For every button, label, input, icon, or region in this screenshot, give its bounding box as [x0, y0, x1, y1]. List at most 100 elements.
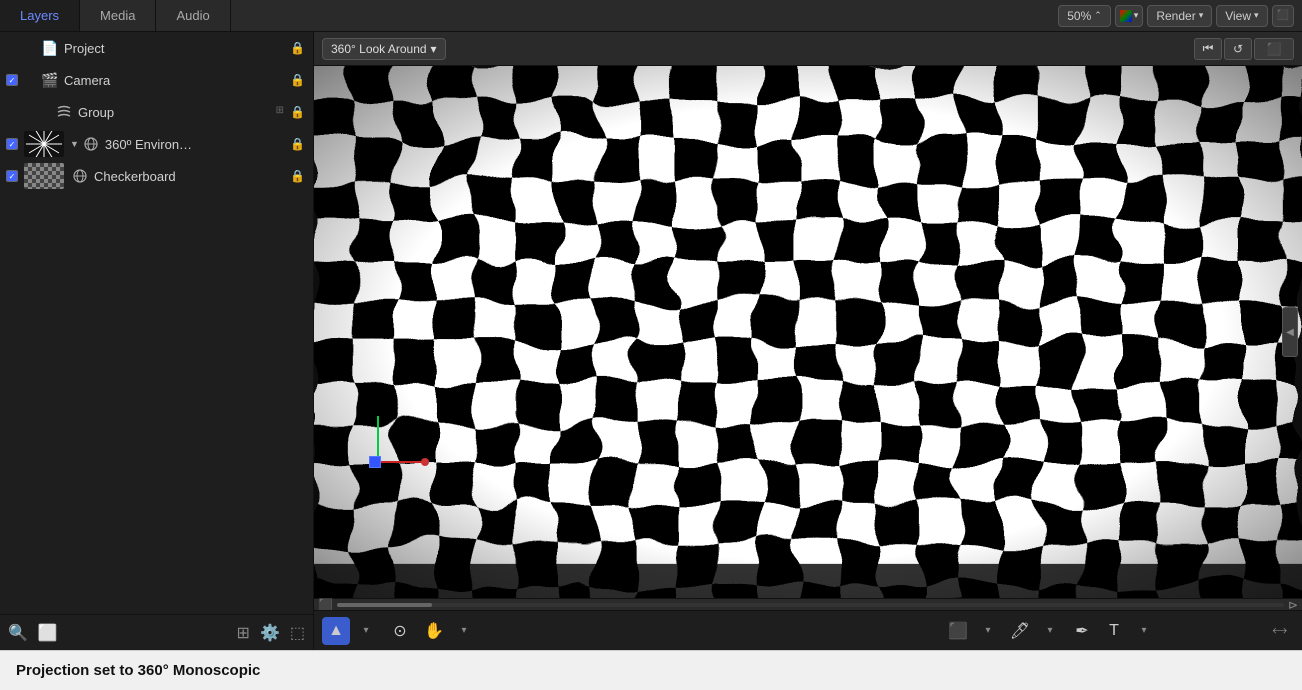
select-tool-arrow-btn[interactable]: ▾ — [352, 617, 380, 645]
render-arrow: ▾ — [1199, 10, 1204, 21]
viewport-scrollbar[interactable]: ⬛ ⊳ — [314, 598, 1302, 610]
canvas-right-arrow-icon: ◀ — [1286, 327, 1294, 338]
text-tool-btn[interactable]: T — [1100, 617, 1128, 645]
pen-icon: ✒ — [1075, 621, 1088, 641]
group-svg-icon — [56, 104, 72, 120]
render-label: Render — [1156, 9, 1195, 23]
text-icon: T — [1109, 622, 1119, 640]
paint-dropdown-btn[interactable]: ▾ — [1036, 617, 1064, 645]
env360-thumb-svg — [24, 131, 64, 157]
layer-checkerboard-name: Checkerboard — [94, 169, 286, 184]
layer-checkerboard-check: ✓ — [6, 170, 18, 182]
layer-env360-thumb — [24, 131, 64, 157]
preview-back-icon: ⏮ — [1203, 41, 1214, 56]
layer-env360-icon — [81, 134, 101, 154]
select-all-icon[interactable]: ⊞ — [237, 623, 250, 643]
layer-camera-name: Camera — [64, 73, 286, 88]
preview-reset-btn[interactable]: ↺ — [1224, 38, 1252, 60]
status-bar: Projection set to 360° Monoscopic — [0, 650, 1302, 690]
preview-buttons: ⏮ ↺ ⬛ — [1194, 38, 1294, 60]
layers-spacer — [0, 192, 313, 614]
layer-checkerboard-checkbox[interactable]: ✓ — [0, 170, 24, 182]
tab-media-label: Media — [100, 8, 135, 23]
scrollbar-thumb — [337, 603, 432, 607]
paint-icon: 🖊 — [1010, 621, 1030, 641]
select-dropdown-arrow: ▾ — [363, 625, 368, 636]
hand-icon: ✋ — [424, 621, 444, 641]
settings-icon[interactable]: ⚙️ — [260, 623, 280, 643]
group-behavior-icon: ⊞ — [276, 105, 284, 119]
layer-env360-checkbox[interactable]: ✓ — [0, 138, 24, 150]
paint-tool-group: 🖊 ▾ — [1006, 617, 1064, 645]
layer-camera-check: ✓ — [6, 74, 18, 86]
layer-camera-lock: 🔒 — [290, 73, 305, 87]
layer-camera-checkbox[interactable]: ✓ — [0, 74, 24, 86]
group-icons-right: ⊞ 🔒 — [276, 105, 305, 119]
pen-tool-btn[interactable]: ✒ — [1068, 617, 1096, 645]
hand-tool-btn[interactable]: ✋ — [420, 617, 448, 645]
transform-gizmo — [369, 416, 429, 468]
tab-audio[interactable]: Audio — [156, 0, 230, 31]
layer-checkerboard[interactable]: ✓ Checkerboard 🔒 — [0, 160, 313, 192]
tab-media[interactable]: Media — [80, 0, 156, 31]
layer-checkerboard-thumb — [24, 163, 64, 189]
add-layer-icon[interactable]: ⬚ — [290, 623, 305, 643]
layer-env360[interactable]: ✓ — [0, 128, 313, 160]
env360-expand-arrow: ▼ — [70, 139, 79, 149]
shape-dropdown-btn[interactable]: ▾ — [974, 617, 1002, 645]
scrollbar-bg — [337, 603, 1284, 607]
view-dropdown[interactable]: 360° Look Around ▾ — [322, 38, 446, 60]
layout-btn[interactable]: ⬛ — [1272, 5, 1294, 27]
layer-camera[interactable]: ✓ 🎬 Camera 🔒 — [0, 64, 313, 96]
layer-group[interactable]: Group ⊞ 🔒 — [0, 96, 313, 128]
layer-camera-icon: 🎬 — [40, 70, 60, 90]
canvas-toolbar: 360° Look Around ▾ ⏮ ↺ ⬛ — [314, 32, 1302, 66]
render-btn[interactable]: Render ▾ — [1147, 5, 1212, 27]
layer-project[interactable]: 📄 Project 🔒 — [0, 32, 313, 64]
view-dropdown-arrow: ▾ — [431, 42, 437, 56]
gizmo-horizontal-row — [369, 456, 429, 468]
env360-globe-icon — [83, 136, 99, 152]
layer-group-icon — [54, 102, 74, 122]
layout-icon: ⬛ — [1277, 10, 1289, 21]
group-layers-icon[interactable]: ⬜ — [38, 623, 58, 643]
main-area: 📄 Project 🔒 ✓ 🎬 Camera 🔒 — [0, 32, 1302, 650]
view-label: View — [1225, 9, 1251, 23]
status-text: Projection set to 360° Monoscopic — [16, 662, 260, 679]
layer-checkerboard-icon — [70, 166, 90, 186]
tab-layers-label: Layers — [20, 8, 59, 23]
layer-project-lock: 🔒 — [290, 41, 305, 55]
gizmo-center-box[interactable] — [369, 456, 381, 468]
top-bar: Layers Media Audio 50% ⌃ ▾ Render ▾ View… — [0, 0, 1302, 32]
view-btn[interactable]: View ▾ — [1216, 5, 1267, 27]
resize-tool-btn[interactable]: ⤢ — [1266, 617, 1294, 645]
checkerboard-viewport — [314, 66, 1302, 598]
tab-layers[interactable]: Layers — [0, 0, 80, 31]
group-lock: 🔒 — [290, 105, 305, 119]
view-arrow: ▾ — [1254, 10, 1259, 21]
canvas-right-collapse-btn[interactable]: ◀ — [1282, 307, 1298, 357]
text-dropdown-btn[interactable]: ▾ — [1130, 617, 1158, 645]
layers-bottom-toolbar: 🔍 ⬜ ⊞ ⚙️ ⬚ — [0, 614, 313, 650]
shape-tool-btn[interactable]: ⬛ — [944, 617, 972, 645]
viewport: ◀ — [314, 66, 1302, 598]
preview-extra-btn[interactable]: ⬛ — [1254, 38, 1294, 60]
text-dropdown-arrow: ▾ — [1141, 625, 1146, 636]
preview-back-btn[interactable]: ⏮ — [1194, 38, 1222, 60]
gizmo-vertical-line — [377, 416, 379, 456]
checkerboard-globe-icon — [72, 168, 88, 184]
select-tool-btn[interactable]: ▲ — [322, 617, 350, 645]
color-swatch-btn[interactable]: ▾ — [1115, 5, 1144, 27]
layer-project-icon: 📄 — [40, 38, 60, 58]
hand-tool-group: ✋ ▾ — [420, 617, 478, 645]
layers-panel: 📄 Project 🔒 ✓ 🎬 Camera 🔒 — [0, 32, 314, 650]
lasso-tool-btn[interactable]: ⊙ — [386, 617, 414, 645]
layer-env360-lock: 🔒 — [290, 137, 305, 151]
preview-reset-icon: ↺ — [1233, 42, 1243, 56]
paint-tool-btn[interactable]: 🖊 — [1006, 617, 1034, 645]
search-icon[interactable]: 🔍 — [8, 623, 28, 643]
layer-project-name: Project — [64, 41, 286, 56]
zoom-control[interactable]: 50% ⌃ — [1058, 5, 1111, 27]
hand-dropdown-btn[interactable]: ▾ — [450, 617, 478, 645]
tab-audio-label: Audio — [176, 8, 209, 23]
